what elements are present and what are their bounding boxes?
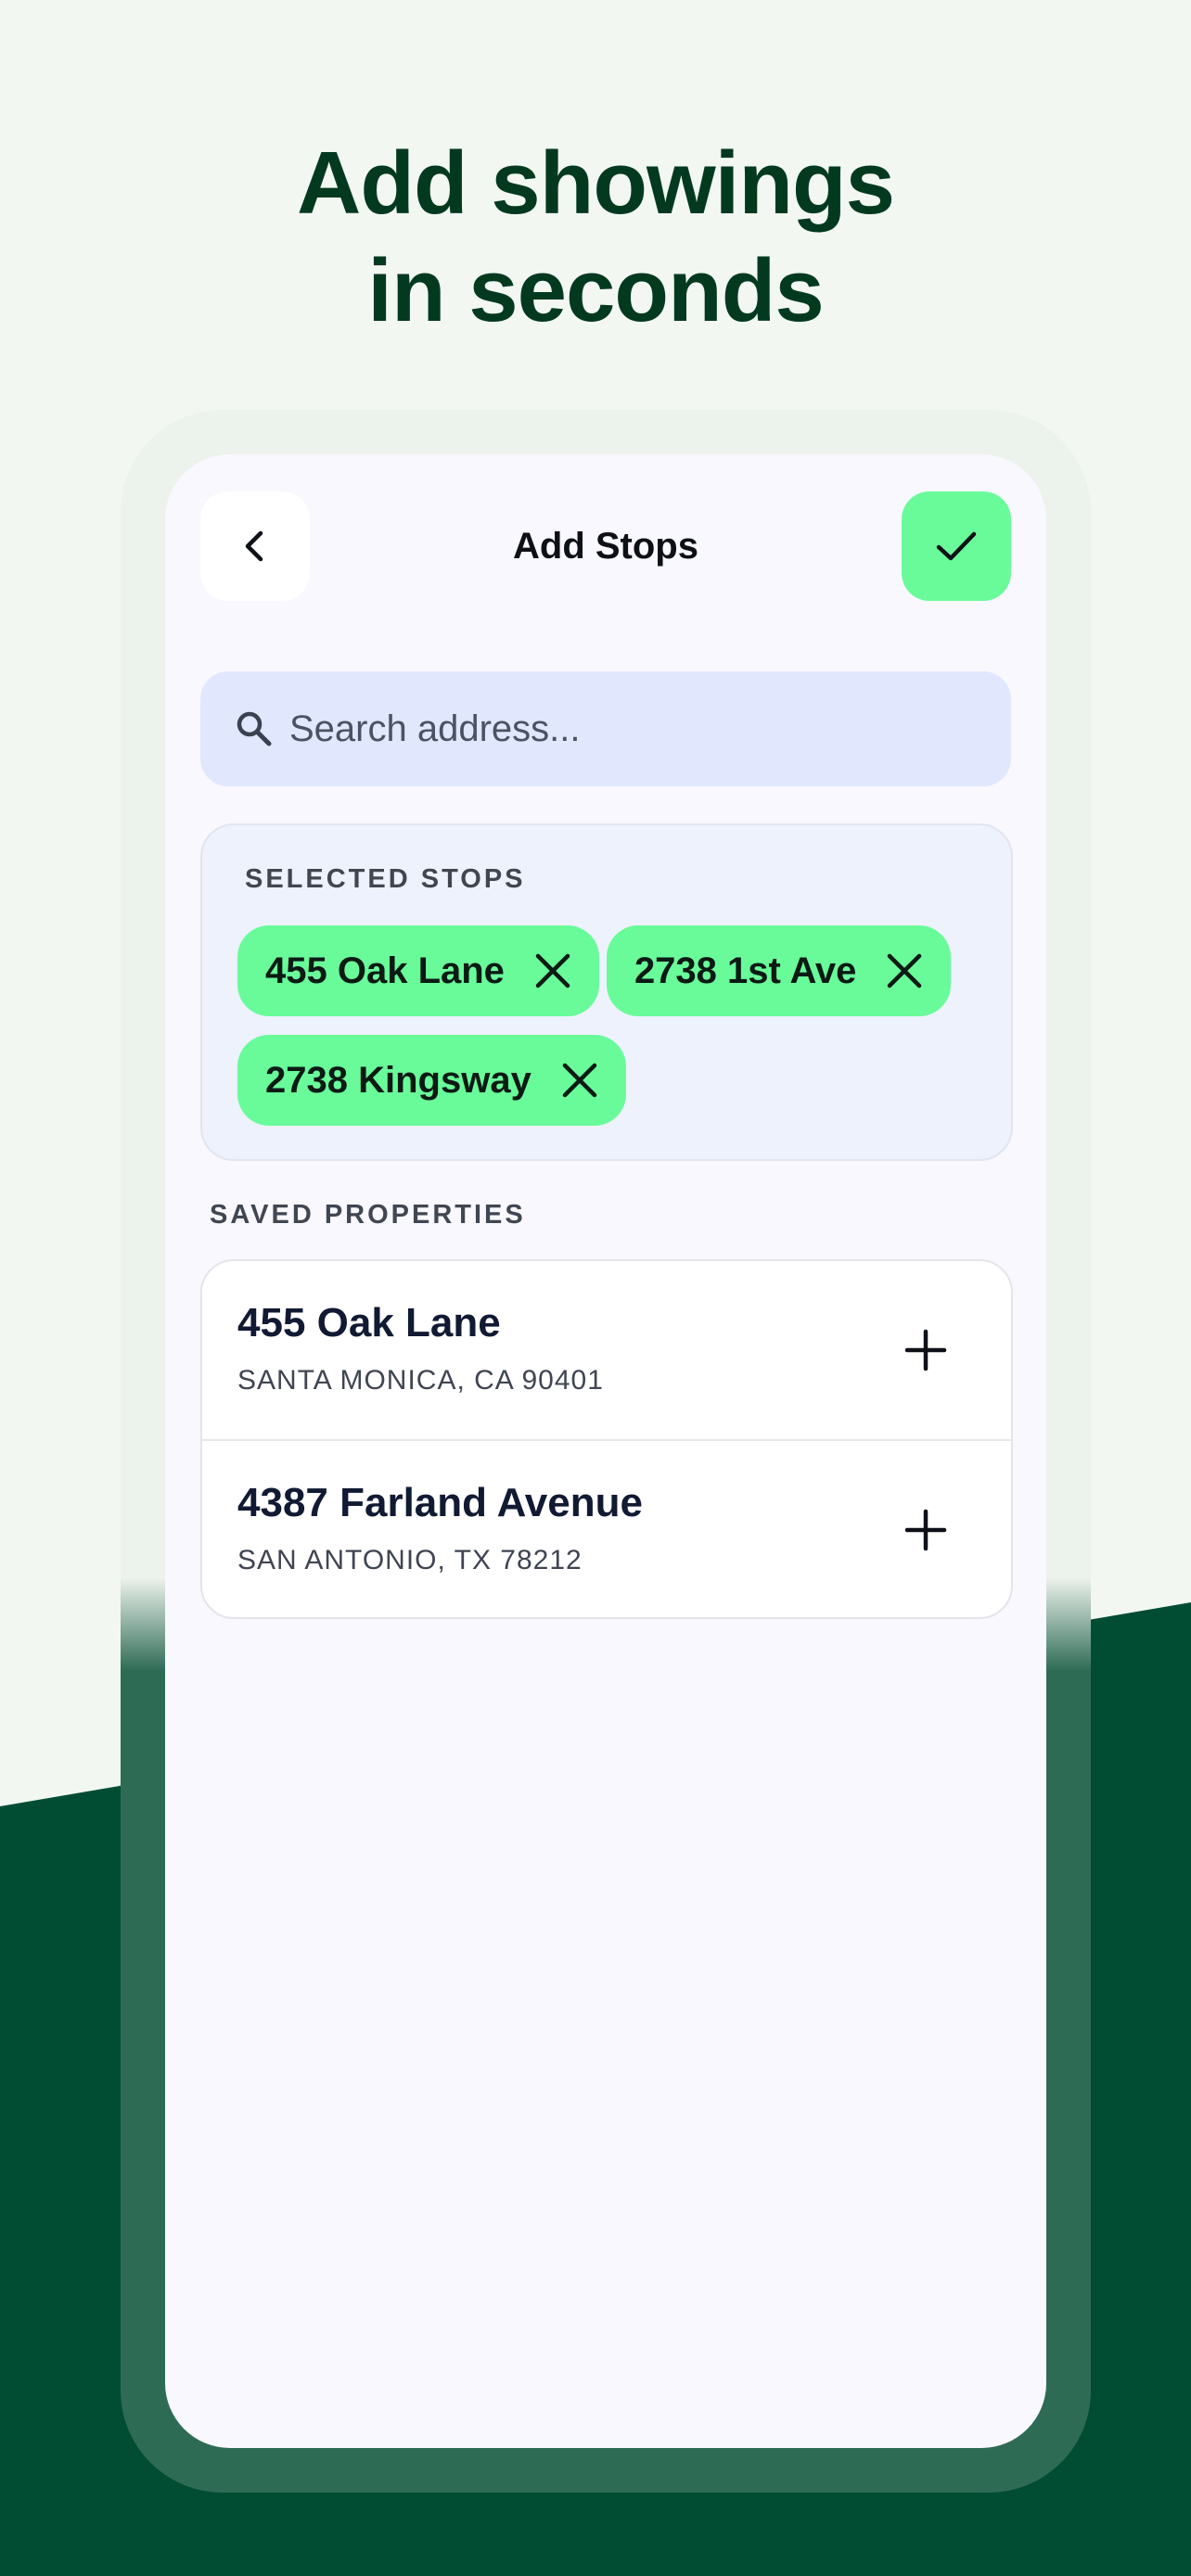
device-frame: Add Stops SELECTED STOPS 455 Oak Lane xyxy=(121,410,1091,2493)
selected-stops-panel: SELECTED STOPS 455 Oak Lane 2738 1st Ave xyxy=(200,823,1013,1161)
app-screen: Add Stops SELECTED STOPS 455 Oak Lane xyxy=(165,454,1046,2448)
stop-chip-label: 455 Oak Lane xyxy=(265,950,505,991)
selected-stops-chips: 455 Oak Lane 2738 1st Ave 2738 Kingsway xyxy=(237,925,998,1126)
confirm-button[interactable] xyxy=(902,491,1011,601)
add-property-button[interactable] xyxy=(889,1493,963,1567)
headline-line-1: Add showings xyxy=(297,134,895,233)
check-icon xyxy=(936,531,977,561)
search-input[interactable] xyxy=(288,707,959,751)
list-item: 4387 Farland Avenue SAN ANTONIO, TX 7821… xyxy=(202,1439,1011,1617)
list-item: 455 Oak Lane SANTA MONICA, CA 90401 xyxy=(202,1261,1011,1439)
saved-properties-label: SAVED PROPERTIES xyxy=(210,1200,526,1230)
remove-stop-button[interactable] xyxy=(559,1060,600,1101)
back-button[interactable] xyxy=(200,491,310,601)
property-address: SANTA MONICA, CA 90401 xyxy=(237,1365,604,1396)
stop-chip: 455 Oak Lane xyxy=(237,925,599,1016)
stop-chip: 2738 1st Ave xyxy=(606,925,952,1016)
remove-stop-button[interactable] xyxy=(884,950,925,991)
close-icon xyxy=(888,953,922,988)
screen-title: Add Stops xyxy=(513,525,698,567)
marketing-headline: Add showings in seconds xyxy=(0,130,1191,345)
close-icon xyxy=(535,953,570,988)
property-address: SAN ANTONIO, TX 78212 xyxy=(237,1545,583,1575)
plus-icon xyxy=(904,1329,947,1371)
search-icon xyxy=(234,708,275,749)
property-name: 455 Oak Lane xyxy=(237,1300,501,1345)
stop-chip-label: 2738 Kingsway xyxy=(265,1059,531,1101)
add-property-button[interactable] xyxy=(889,1313,963,1387)
selected-stops-label: SELECTED STOPS xyxy=(245,864,526,894)
remove-stop-button[interactable] xyxy=(532,950,573,991)
plus-icon xyxy=(904,1509,947,1551)
chevron-left-icon xyxy=(245,530,263,562)
stop-chip-label: 2738 1st Ave xyxy=(634,950,857,991)
property-name: 4387 Farland Avenue xyxy=(237,1480,643,1525)
close-icon xyxy=(562,1063,597,1098)
headline-line-2: in seconds xyxy=(367,241,824,340)
stop-chip: 2738 Kingsway xyxy=(237,1035,626,1126)
search-bar[interactable] xyxy=(200,671,1011,786)
saved-properties-list: 455 Oak Lane SANTA MONICA, CA 90401 4387… xyxy=(200,1259,1013,1619)
